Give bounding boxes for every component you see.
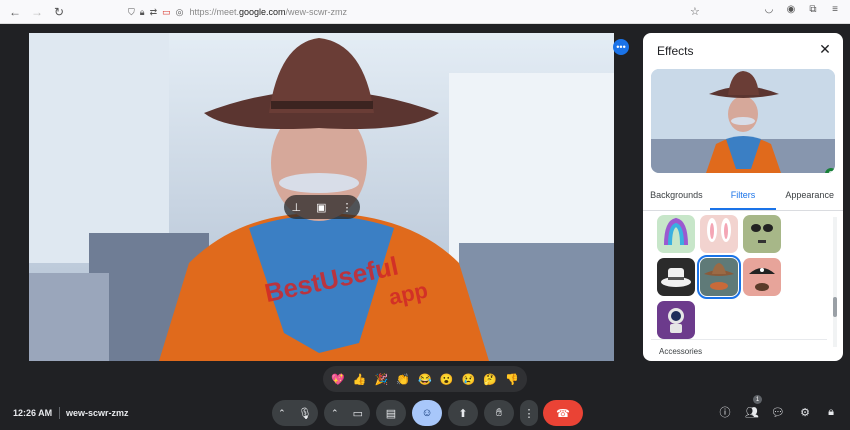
video-options-chevron-icon[interactable]: ⌃ [331, 408, 339, 419]
section-divider [651, 339, 827, 340]
tab-filters[interactable]: Filters [709, 188, 777, 210]
reaction-thumbs-down[interactable]: 👎 [505, 373, 519, 386]
activities-icon[interactable]: ⚙︎ [797, 404, 813, 420]
raise-hand-button[interactable]: ✋︎ [484, 400, 514, 426]
host-controls-icon[interactable]: 🔒︎ [823, 404, 839, 420]
reaction-sad[interactable]: 😢 [462, 373, 476, 386]
captions-button[interactable]: ▤ [376, 400, 406, 426]
bunny-ears-icon [707, 218, 731, 242]
reaction-surprised[interactable]: 😮 [440, 373, 454, 386]
video-overlay-controls: ⊥ ▣ ⋮ [284, 195, 360, 219]
extensions-icon[interactable]: ⧉ [806, 4, 820, 15]
people-count-badge: 1 [753, 395, 762, 404]
pocket-icon[interactable]: ◡ [762, 4, 776, 15]
mic-control: ⌃ 🎙︎ [272, 400, 318, 426]
audio-options-chevron-icon[interactable]: ⌃ [278, 408, 286, 419]
reaction-heart[interactable]: 💖 [331, 373, 345, 386]
pin-icon[interactable]: ⊥ [292, 201, 302, 214]
reactions-bar: 💖 👍 🎉 👏 😂 😮 😢 🤔 👎 [323, 366, 527, 392]
meeting-code: wew-scwr-zmz [66, 408, 129, 418]
meet-stage: BestUseful app ⊥ ▣ ⋮ ••• Effects ✕ ◈ [0, 24, 850, 430]
permissions-icon[interactable]: ⇄ [150, 7, 158, 18]
cowboy-hat-icon [704, 263, 734, 290]
astronaut-icon [668, 308, 684, 333]
camera-control: ⌃ ▭ [324, 400, 370, 426]
accessories-section-label[interactable]: Accessories [659, 347, 702, 356]
back-icon[interactable]: ← [4, 1, 26, 23]
people-icon[interactable]: 👥︎ [744, 404, 760, 420]
effects-panel: Effects ✕ ◈ 2 Backgrounds Filters Appear… [643, 33, 843, 361]
reaction-laugh[interactable]: 😂 [418, 373, 432, 386]
effects-preview: ◈ 2 [651, 69, 835, 173]
top-hat-icon [661, 268, 691, 287]
hang-up-icon: ☎︎ [556, 407, 570, 420]
effects-tabs: Backgrounds Filters Appearance [643, 188, 843, 210]
reaction-thinking[interactable]: 🤔 [483, 373, 497, 386]
filter-astronaut[interactable] [657, 301, 695, 339]
smiley-icon: ☺ [421, 407, 433, 419]
more-vert-icon: ⋮ [523, 407, 535, 420]
effects-title: Effects [657, 44, 694, 58]
tabs-divider [643, 210, 843, 211]
frame-icon[interactable]: ▣ [316, 201, 326, 214]
bookmark-star-icon[interactable]: ☆ [690, 5, 700, 18]
tab-backgrounds[interactable]: Backgrounds [643, 188, 710, 210]
menu-icon[interactable]: ≡ [828, 4, 842, 15]
reaction-clap[interactable]: 👏 [396, 373, 410, 386]
pirate-hat-icon [749, 268, 775, 291]
camera-icon[interactable]: ▭ [162, 7, 171, 18]
microphone-icon[interactable]: 🎙︎ [298, 407, 312, 420]
lock-icon[interactable]: 🔒︎ [140, 7, 145, 18]
present-button[interactable]: ⬆︎ [448, 400, 478, 426]
sunglasses-icon [751, 224, 773, 243]
captions-icon: ▤ [385, 407, 397, 420]
panel-options-button[interactable]: ••• [613, 39, 629, 55]
reactions-button[interactable]: ☺ [412, 400, 442, 426]
present-screen-icon: ⬆︎ [458, 407, 468, 420]
forward-icon[interactable]: → [26, 1, 48, 23]
filter-sunglasses[interactable] [743, 215, 781, 253]
close-icon[interactable]: ✕ [817, 41, 833, 57]
meeting-info-icon[interactable]: ⓘ [717, 404, 733, 420]
meeting-time: 12:26 AM [13, 408, 53, 418]
scroll-thumb[interactable] [833, 297, 837, 317]
filter-bunny-ears[interactable] [700, 215, 738, 253]
chat-icon[interactable]: 💬︎ [770, 404, 786, 420]
reaction-party[interactable]: 🎉 [375, 373, 389, 386]
mic-icon[interactable]: ◎ [176, 7, 184, 18]
filter-cowboy[interactable] [697, 255, 741, 299]
account-icon[interactable]: ◉ [784, 4, 798, 15]
shield-icon[interactable]: ⛉ [128, 7, 135, 18]
layers-count-badge: 2 [825, 168, 835, 173]
rainbow-hair-icon [664, 217, 688, 246]
preview-image [651, 69, 835, 173]
reload-icon[interactable]: ↻ [48, 1, 70, 23]
hand-icon: ✋︎ [495, 406, 503, 419]
more-options-icon[interactable]: ⋮ [342, 201, 353, 214]
leave-call-button[interactable]: ☎︎ [543, 400, 583, 426]
reaction-thumbs-up[interactable]: 👍 [353, 373, 367, 386]
filter-rainbow-hair[interactable] [657, 215, 695, 253]
filter-pirate[interactable] [743, 258, 781, 296]
self-video[interactable]: BestUseful app ⊥ ▣ ⋮ [29, 33, 614, 361]
browser-toolbar: ← → ↻ ⛉ 🔒︎ ⇄ ▭ ◎ https://meet.google.com… [0, 0, 850, 24]
info-separator [59, 407, 60, 419]
more-options-button[interactable]: ⋮ [520, 400, 538, 426]
address-bar[interactable]: ⛉ 🔒︎ ⇄ ▭ ◎ https://meet.google.com/wew-s… [128, 3, 708, 21]
video-camera-icon[interactable]: ▭ [353, 407, 363, 420]
filter-top-hat[interactable] [657, 258, 695, 296]
url-text: https://meet.google.com/wew-scwr-zmz [189, 7, 348, 17]
filters-scrollbar[interactable] [833, 217, 837, 347]
tab-appearance[interactable]: Appearance [776, 188, 843, 210]
